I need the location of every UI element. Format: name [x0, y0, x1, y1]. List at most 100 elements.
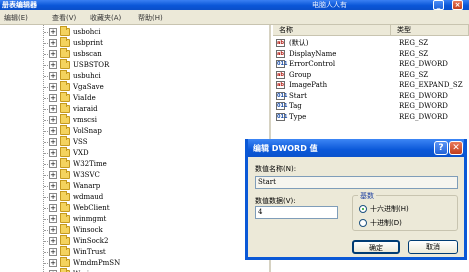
expand-icon[interactable]: +	[49, 204, 57, 212]
tree-item[interactable]: + winmgmt	[0, 213, 260, 225]
expand-icon[interactable]: +	[49, 259, 57, 267]
tree-item-label: usbuhci	[73, 72, 101, 80]
binary-value-icon: 011	[276, 60, 288, 68]
tree-item[interactable]: + ViaIde	[0, 92, 260, 104]
tree-item-label: WebClient	[73, 204, 110, 212]
tree-item-label: usbprint	[73, 39, 103, 47]
tree-item[interactable]: + Winsock	[0, 224, 260, 236]
column-header-type[interactable]: 类型	[391, 25, 469, 36]
value-row[interactable]: ab Group REG_SZ	[273, 70, 469, 80]
tree-item[interactable]: + VolSnap	[0, 125, 260, 137]
tree-item-label: viaraid	[73, 105, 98, 113]
tree-item[interactable]: + WinSock2	[0, 235, 260, 247]
tree-item-label: ViaIde	[73, 94, 96, 102]
list-header: 名称 类型	[273, 25, 469, 36]
menu-edit[interactable]: 编辑(E)	[4, 13, 28, 23]
close-window-button[interactable]: ×	[452, 0, 463, 10]
folder-icon	[60, 257, 70, 267]
string-value-icon: ab	[276, 49, 285, 58]
value-name-label: 数值名称(N):	[255, 165, 297, 173]
tree-item-label: VolSnap	[73, 127, 102, 135]
menu-view[interactable]: 查看(V)	[52, 13, 76, 23]
tree-item-label: USBSTOR	[73, 61, 110, 69]
tree-item[interactable]: + W3SVC	[0, 169, 260, 181]
expand-icon[interactable]: +	[49, 116, 57, 124]
expand-icon[interactable]: +	[49, 215, 57, 223]
tree-item-label: WinTrust	[73, 248, 106, 256]
expand-icon[interactable]: +	[49, 28, 57, 36]
tree-item[interactable]: + W32Time	[0, 158, 260, 170]
value-row[interactable]: 011 Tag REG_DWORD	[273, 101, 469, 111]
value-type: REG_EXPAND_SZ	[399, 81, 463, 89]
tree-item[interactable]: + vmscsi	[0, 114, 260, 126]
value-name-field: Start	[255, 176, 458, 189]
expand-icon[interactable]: +	[49, 138, 57, 146]
expand-icon[interactable]: +	[49, 171, 57, 179]
value-data-input[interactable]: 4	[255, 206, 338, 219]
expand-icon[interactable]: +	[49, 127, 57, 135]
value-row[interactable]: ab DisplayName REG_SZ	[273, 49, 469, 59]
folder-icon	[60, 224, 70, 234]
decimal-radio-label[interactable]: 十进制(D)	[370, 218, 402, 228]
value-row[interactable]: ab ImagePath REG_EXPAND_SZ	[273, 80, 469, 90]
tree-item[interactable]: + USBSTOR	[0, 59, 260, 71]
tree-item[interactable]: + usbuhci	[0, 70, 260, 82]
expand-icon[interactable]: +	[49, 182, 57, 190]
tree-item[interactable]: + WmdmPmSN	[0, 257, 260, 269]
hex-radio[interactable]	[359, 205, 367, 213]
value-row[interactable]: 011 Start REG_DWORD	[273, 91, 469, 101]
expand-icon[interactable]: +	[49, 160, 57, 168]
expand-icon[interactable]: +	[49, 149, 57, 157]
window-titlebar: 册表编辑器 电脑人人有 _ ×	[0, 0, 469, 10]
tree-item-label: Wanarp	[73, 182, 101, 190]
menu-favorites[interactable]: 收藏夹(A)	[90, 13, 121, 23]
value-type: REG_DWORD	[399, 60, 448, 68]
tree-item[interactable]: + viaraid	[0, 103, 260, 115]
expand-icon[interactable]: +	[49, 105, 57, 113]
string-value-icon: ab	[276, 39, 285, 47]
expand-icon[interactable]: +	[49, 83, 57, 91]
binary-value-icon: 011	[276, 102, 288, 110]
binary-value-icon: 011	[276, 112, 288, 121]
tree-item[interactable]: + usbprint	[0, 37, 260, 49]
registry-tree[interactable]: + usbohci + usbprint + usbscan + USBSTOR + usbuhc…	[0, 25, 271, 272]
tree-item[interactable]: + VgaSave	[0, 81, 260, 93]
tree-item-label: winmgmt	[73, 215, 107, 223]
tree-item[interactable]: + usbohci	[0, 26, 260, 38]
expand-icon[interactable]: +	[49, 193, 57, 201]
expand-icon[interactable]: +	[49, 226, 57, 234]
cancel-button[interactable]: 取消	[408, 240, 458, 254]
expand-icon[interactable]: +	[49, 237, 57, 245]
value-row[interactable]: ab (默认) REG_SZ	[273, 38, 469, 48]
ok-button[interactable]: 确定	[352, 240, 400, 254]
value-row[interactable]: 011 Type REG_DWORD	[273, 112, 469, 122]
tree-item[interactable]: + VSS	[0, 136, 260, 148]
tree-item[interactable]: + WebClient	[0, 202, 260, 214]
tree-item-label: Winsock	[73, 226, 103, 234]
dialog-close-button[interactable]: ✕	[449, 141, 463, 155]
column-header-name[interactable]: 名称	[273, 25, 391, 36]
tree-item[interactable]: + WinTrust	[0, 246, 260, 258]
tree-item-label: VXD	[73, 149, 89, 157]
minimize-button[interactable]: _	[433, 0, 444, 10]
hex-radio-label[interactable]: 十六进制(H)	[370, 204, 409, 214]
decimal-radio[interactable]	[359, 219, 367, 227]
expand-icon[interactable]: +	[49, 61, 57, 69]
expand-icon[interactable]: +	[49, 39, 57, 47]
tree-item[interactable]: + wdmaud	[0, 191, 260, 203]
string-value-icon: ab	[276, 70, 285, 79]
expand-icon[interactable]: +	[49, 50, 57, 58]
menu-help[interactable]: 帮助(H)	[138, 13, 163, 23]
expand-icon[interactable]: +	[49, 72, 57, 80]
tree-item-label: WmdmPmSN	[73, 259, 121, 267]
folder-icon	[60, 59, 70, 69]
help-button[interactable]: ?	[434, 141, 448, 155]
expand-icon[interactable]: +	[49, 248, 57, 256]
expand-icon[interactable]: +	[49, 94, 57, 102]
tree-item[interactable]: + VXD	[0, 147, 260, 159]
folder-icon	[60, 48, 70, 58]
tree-item[interactable]: + usbscan	[0, 48, 260, 60]
folder-icon	[60, 147, 70, 157]
tree-item[interactable]: + Wanarp	[0, 180, 260, 192]
value-row[interactable]: 011 ErrorControl REG_DWORD	[273, 59, 469, 69]
